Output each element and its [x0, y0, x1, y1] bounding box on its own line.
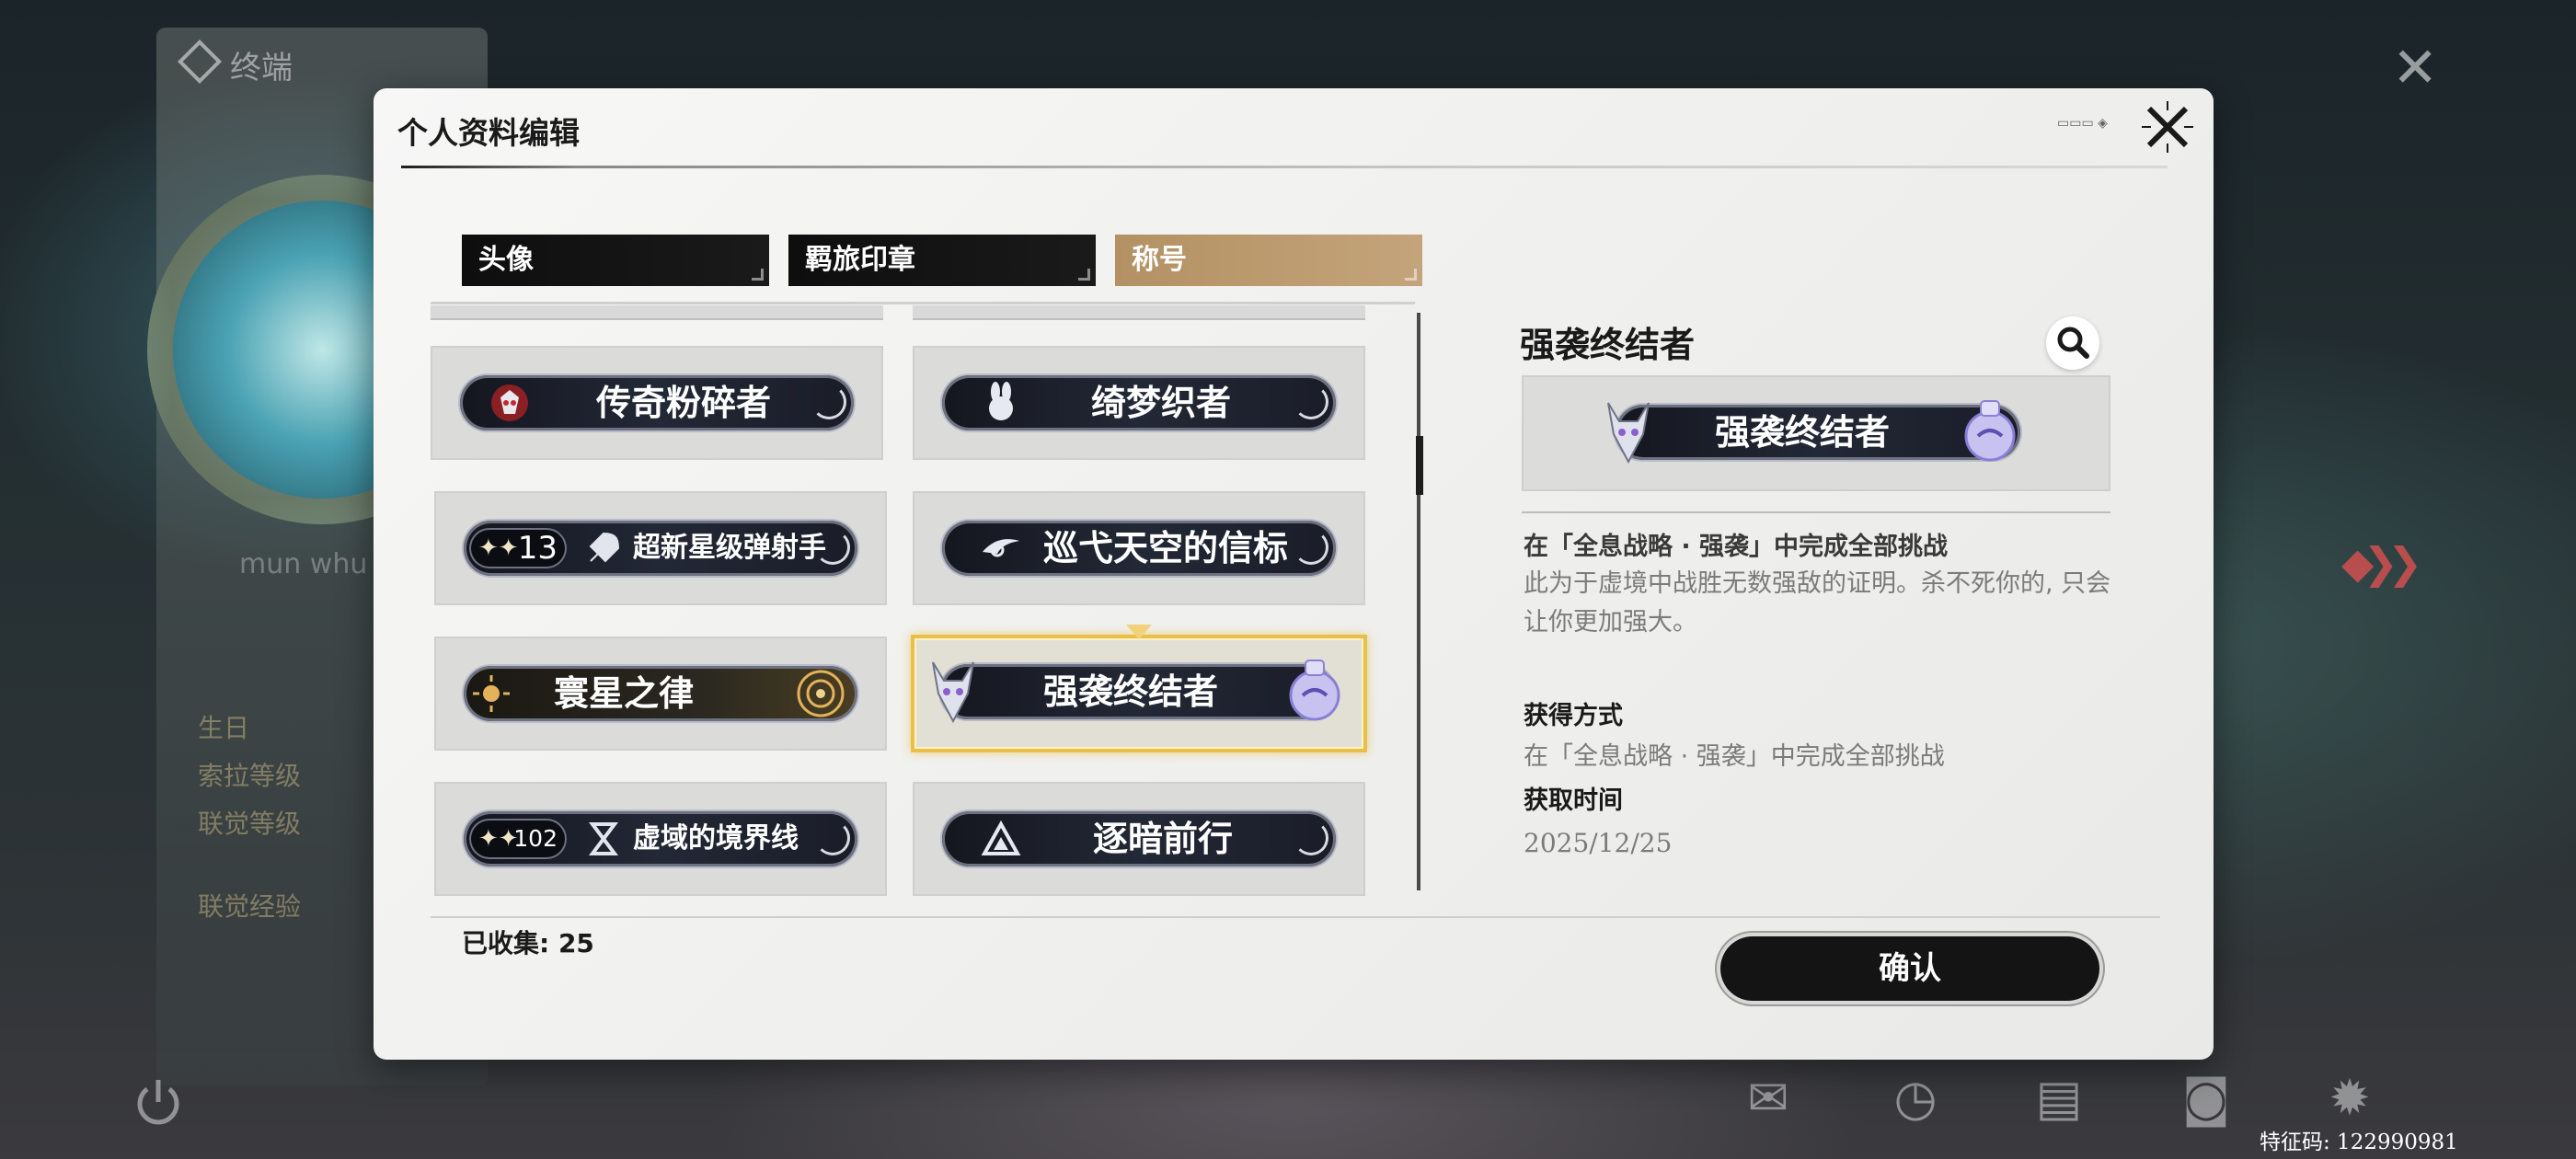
- settings-gear-icon[interactable]: ✹: [2322, 1071, 2377, 1126]
- robot-orb-icon: [1964, 400, 2016, 462]
- title-name: 绮梦织者: [1091, 383, 1232, 423]
- badge-end-ornament: [815, 530, 850, 565]
- search-icon: [2057, 327, 2089, 359]
- list-item-partial: [913, 305, 1365, 320]
- obtain-time-value: 2025/12/25: [1524, 828, 1673, 858]
- sparkle-icon: ✦✦: [478, 825, 519, 853]
- horned-mask-icon: [932, 661, 974, 724]
- title-item-selected[interactable]: 强袭终结者: [911, 635, 1367, 752]
- dialog-title: 个人资料编辑: [397, 115, 580, 151]
- detail-title: 强袭终结者: [1520, 325, 1696, 365]
- confirm-button[interactable]: 确认: [1720, 936, 2099, 1001]
- hourglass-icon: [589, 822, 618, 855]
- horned-mask-icon: [1607, 402, 1650, 465]
- background-next-arrow-icon: ◆❯❯: [2341, 538, 2423, 588]
- header-decoration: ▭▭▭ ◈: [2057, 116, 2108, 131]
- tab-title[interactable]: 称号: [1115, 235, 1422, 286]
- background-side-item: 联觉经验: [198, 891, 302, 922]
- background-menu-title: 终端: [230, 50, 293, 86]
- badge-end-ornament: [1294, 530, 1328, 565]
- title-name: 虚域的境界线: [633, 822, 799, 855]
- tab-avatar[interactable]: 头像: [462, 235, 769, 286]
- selected-indicator-icon: [1126, 625, 1152, 639]
- title-count: ✦✦ 102: [469, 819, 567, 859]
- collected-count: 已收集: 25: [462, 928, 594, 958]
- detail-preview: 强袭终结者: [1522, 375, 2110, 491]
- footer-divider: [431, 916, 2160, 918]
- detail-title-badge: 强袭终结者: [1607, 400, 2020, 465]
- clock-icon[interactable]: ◷: [1888, 1071, 1943, 1126]
- title-item[interactable]: ✦✦ 102 虚域的境界线: [434, 782, 887, 896]
- detail-description: 此为于虚境中战胜无数强敌的证明。杀不死你的, 只会让你更加强大。: [1524, 569, 2111, 637]
- header-divider: [401, 166, 2168, 168]
- title-item[interactable]: 寰星之律: [434, 637, 887, 751]
- title-badge: 逐暗前行: [942, 811, 1336, 866]
- title-badge: 寰星之律: [464, 666, 857, 721]
- triangle-emblem-icon: [981, 820, 1021, 855]
- document-icon[interactable]: ▤: [2031, 1071, 2087, 1126]
- title-list[interactable]: 传奇粉碎者 绮梦织者 ✦✦ 13 超新星级弹射手 巡弋天空的信标 寰星之律 强袭…: [431, 302, 1415, 987]
- title-badge: 传奇粉碎者: [460, 375, 854, 430]
- title-badge: ✦✦ 13 超新星级弹射手: [464, 521, 857, 576]
- preview-search-button[interactable]: [2046, 316, 2099, 370]
- mail-icon[interactable]: ✉: [1741, 1071, 1796, 1126]
- title-name: 强袭终结者: [1043, 671, 1219, 712]
- title-count-value: 102: [513, 825, 558, 852]
- background-side-item: 联觉等级: [198, 809, 302, 839]
- background-player-name: mun whu: [239, 548, 368, 580]
- title-item[interactable]: 绮梦织者: [913, 346, 1365, 460]
- feature-code: 特征码: 122990981: [2260, 1130, 2458, 1154]
- badge-end-ornament: [1294, 384, 1328, 419]
- title-badge: 绮梦织者: [942, 375, 1336, 430]
- badge-end-ornament: [815, 820, 850, 855]
- profile-edit-dialog: 个人资料编辑 ▭▭▭ ◈ 头像 羁旅印章 称号 传奇粉碎者 绮梦织者 ✦✦ 13…: [374, 88, 2214, 1060]
- title-item[interactable]: ✦✦ 13 超新星级弹射手: [434, 491, 887, 605]
- title-count-value: 13: [517, 530, 558, 567]
- detail-badge-text: 强袭终结者: [1715, 412, 1891, 453]
- obtain-method-label: 获得方式: [1524, 702, 1623, 730]
- title-badge: ✦✦ 102 虚域的境界线: [464, 811, 857, 866]
- background-close-icon: ✕: [2392, 36, 2439, 100]
- obtain-time-label: 获取时间: [1524, 786, 1623, 815]
- planet-orbit-icon: [797, 670, 845, 717]
- list-top-divider: [431, 302, 1415, 304]
- title-badge: 巡弋天空的信标: [942, 521, 1336, 576]
- obtain-method-value: 在「全息战略 · 强袭」中完成全部挑战: [1524, 742, 1945, 771]
- detail-divider: [1522, 511, 2110, 513]
- rocket-icon: [589, 532, 620, 563]
- camera-icon[interactable]: ◙: [2179, 1071, 2234, 1126]
- background-side-item: 索拉等级: [198, 761, 302, 791]
- title-name: 传奇粉碎者: [596, 383, 772, 423]
- sparkle-icon: ✦✦: [478, 534, 519, 562]
- rabbit-icon: [989, 382, 1013, 420]
- title-item[interactable]: 巡弋天空的信标: [913, 491, 1365, 605]
- sun-icon: [473, 675, 510, 712]
- badge-end-ornament: [1294, 820, 1328, 855]
- tab-travel-stamp[interactable]: 羁旅印章: [788, 235, 1096, 286]
- title-count: ✦✦ 13: [469, 528, 567, 568]
- wing-emblem-icon: [983, 539, 1019, 557]
- title-name: 巡弋天空的信标: [1043, 528, 1289, 568]
- list-scrollbar-track[interactable]: [1417, 313, 1420, 890]
- title-badge: 强袭终结者: [932, 660, 1340, 724]
- robot-orb-icon: [1289, 660, 1340, 721]
- title-name: 寰星之律: [554, 673, 695, 714]
- close-icon[interactable]: [2138, 98, 2197, 156]
- badge-end-ornament: [811, 384, 846, 419]
- detail-condition: 在「全息战略 · 强袭」中完成全部挑战: [1524, 533, 1949, 561]
- list-scrollbar-thumb[interactable]: [1416, 436, 1423, 495]
- title-item[interactable]: 逐暗前行: [913, 782, 1365, 896]
- title-name: 超新星级弹射手: [633, 532, 826, 564]
- mecha-face-icon: [491, 384, 528, 421]
- list-item-partial: [431, 305, 883, 320]
- background-side-item: 生日: [198, 713, 250, 743]
- power-icon[interactable]: [131, 1074, 186, 1130]
- title-item[interactable]: 传奇粉碎者: [431, 346, 883, 460]
- title-name: 逐暗前行: [1093, 819, 1234, 859]
